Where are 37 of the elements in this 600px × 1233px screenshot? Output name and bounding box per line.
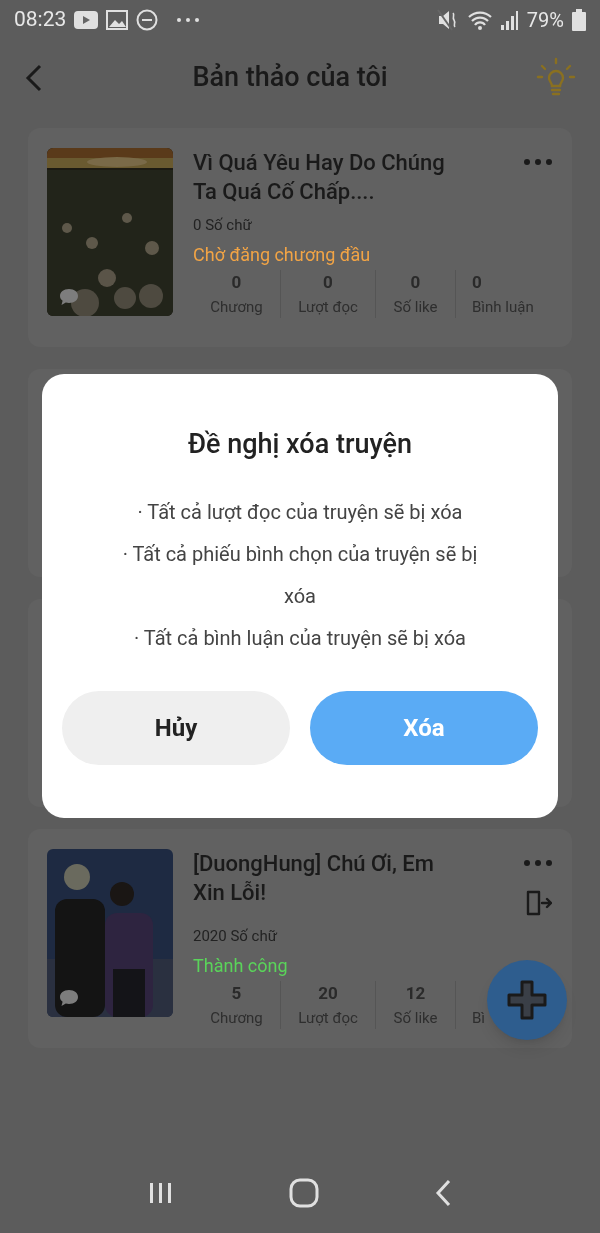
status-text: Thành công [193, 953, 289, 978]
page-title: Bản thảo của tôi [191, 60, 389, 96]
image-icon [106, 10, 129, 30]
signal-icon [500, 10, 519, 30]
more-icon[interactable] [523, 158, 553, 166]
wifi-icon [466, 9, 493, 31]
dialog-text: · Tất cả lượt đọc của truyện sẽ bị xóa [137, 498, 463, 526]
stat-value: 0 [410, 270, 421, 294]
cancel-button[interactable]: Hủy [62, 690, 290, 765]
do-not-disturb-icon [136, 9, 159, 31]
clock: 08:23 [14, 6, 67, 34]
stat-value: 0 [472, 270, 482, 294]
word-count: 2020 Số chữ [193, 926, 279, 947]
status-text: Chờ đăng chương đầu [193, 242, 372, 267]
back-icon[interactable] [24, 62, 44, 93]
comment-icon [59, 989, 79, 1007]
home-icon[interactable] [289, 1178, 319, 1208]
stat-value: 0 [323, 270, 333, 294]
battery-percent: 79% [526, 7, 564, 34]
delete-button[interactable]: Xóa [310, 690, 538, 765]
dialog-text: · Tất cả phiếu bình chọn của truyện sẽ bị xóa [121, 540, 479, 610]
dialog-title: Đề nghị xóa truyện [188, 427, 412, 462]
plus-icon [505, 978, 549, 1022]
stat-value: 0 [231, 270, 242, 294]
exit-icon[interactable] [524, 889, 552, 917]
word-count: 0 Số chữ [193, 215, 253, 236]
battery-icon [572, 9, 586, 31]
more-icon[interactable] [523, 859, 553, 867]
back-nav-icon[interactable] [434, 1179, 453, 1207]
video-icon [74, 11, 99, 29]
recent-apps-icon[interactable] [147, 1181, 174, 1205]
dialog-text: · Tất cả bình luận của truyện sẽ bị xóa [134, 624, 466, 652]
comment-icon [59, 288, 79, 306]
story-title[interactable]: [DuongHung] Chú Ơi, Em Xin Lỗi! [193, 849, 515, 907]
more-notifications-icon [176, 17, 201, 23]
story-title[interactable]: Vì Quá Yêu Hay Do Chúng Ta Quá Cố Chấp.... [193, 148, 515, 206]
stat-value: 20 [318, 981, 338, 1005]
